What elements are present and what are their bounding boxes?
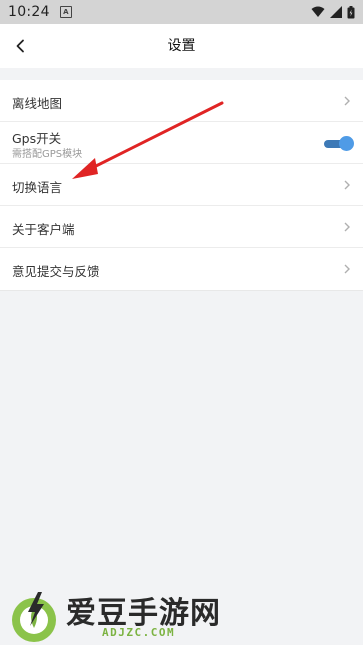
- watermark-domain: ADJZC.COM: [102, 626, 176, 639]
- status-bar: 10:24 A: [0, 0, 363, 24]
- settings-item-label: 意见提交与反馈: [12, 264, 100, 279]
- chevron-right-icon: [344, 96, 350, 106]
- chevron-right-icon: [344, 222, 350, 232]
- settings-item-label: 离线地图: [12, 96, 63, 111]
- chevron-right-icon: [344, 264, 350, 274]
- wifi-icon: [311, 6, 325, 17]
- settings-item-label: 切换语言: [12, 180, 63, 195]
- section-gap: [0, 68, 363, 80]
- signal-icon: [330, 6, 342, 18]
- settings-item-feedback[interactable]: 意见提交与反馈: [0, 248, 363, 290]
- toggle-knob: [339, 136, 354, 151]
- settings-list: 离线地图 Gps开关 需搭配GPS模块 切换语言 关于客户端 意见提交与反馈: [0, 80, 363, 291]
- settings-item-language[interactable]: 切换语言: [0, 164, 363, 206]
- status-time: 10:24: [8, 4, 50, 20]
- settings-item-offline-map[interactable]: 离线地图: [0, 80, 363, 122]
- settings-item-gps: Gps开关 需搭配GPS模块: [0, 122, 363, 164]
- page-title: 设置: [167, 38, 196, 54]
- watermark: 爱豆手游网 ADJZC.COM: [8, 586, 308, 644]
- chevron-right-icon: [344, 180, 350, 190]
- settings-item-about[interactable]: 关于客户端: [0, 206, 363, 248]
- gps-toggle[interactable]: [324, 136, 354, 151]
- status-icons: [311, 5, 355, 19]
- settings-item-label: 关于客户端: [12, 222, 75, 237]
- settings-item-sublabel: 需搭配GPS模块: [12, 149, 83, 160]
- watermark-logo-icon: [12, 592, 56, 642]
- header-bar: 设置: [0, 24, 363, 68]
- notification-icon: A: [59, 6, 72, 18]
- battery-icon: [347, 5, 355, 18]
